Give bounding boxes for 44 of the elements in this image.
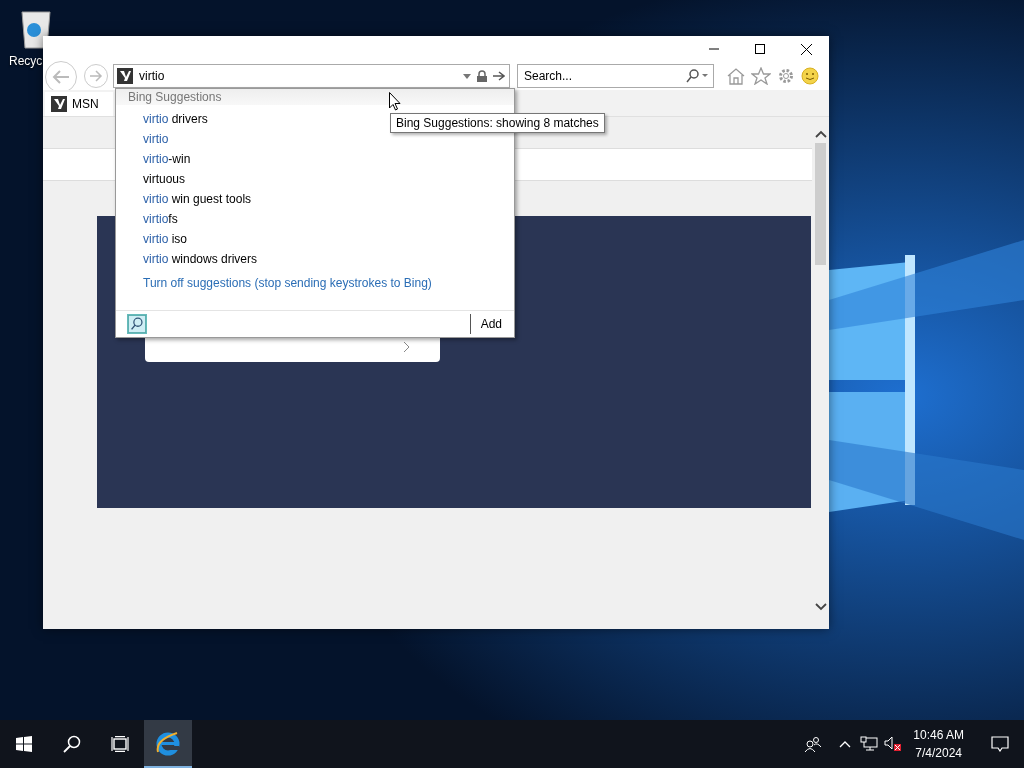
suggestion-item[interactable]: virtio windows drivers — [143, 249, 514, 269]
suggestion-item[interactable]: virtio-win — [143, 149, 514, 169]
go-arrow-icon[interactable] — [493, 71, 505, 81]
scroll-down-icon[interactable] — [814, 602, 827, 612]
task-view-icon[interactable] — [111, 736, 129, 752]
scroll-up-icon[interactable] — [814, 129, 827, 139]
show-hidden-icons-icon[interactable] — [839, 740, 852, 748]
site-icon — [51, 96, 67, 112]
add-button[interactable]: Add — [480, 317, 502, 331]
suggestion-item[interactable]: virtiofs — [143, 209, 514, 229]
cursor-icon — [389, 92, 401, 111]
smiley-icon[interactable] — [801, 67, 819, 85]
scrollbar-thumb[interactable] — [815, 143, 826, 265]
suggestion-item[interactable]: virtio iso — [143, 229, 514, 249]
clock-time[interactable]: 10:46 AM — [913, 728, 964, 742]
settings-icon[interactable] — [776, 67, 796, 85]
home-icon[interactable] — [726, 67, 746, 85]
browser-tab[interactable]: MSN — [45, 92, 113, 116]
windows-logo-icon[interactable] — [16, 736, 32, 752]
search-icon[interactable] — [63, 735, 81, 753]
network-icon[interactable] — [860, 736, 879, 752]
address-bar[interactable]: virtio — [113, 64, 510, 88]
lock-icon — [477, 70, 487, 82]
clock-date[interactable]: 7/4/2024 — [915, 746, 962, 760]
address-text: virtio — [139, 69, 166, 83]
chevron-icon[interactable] — [403, 342, 410, 352]
tooltip: Bing Suggestions: showing 8 matches — [390, 113, 605, 133]
search-icon[interactable] — [686, 69, 708, 83]
volume-icon[interactable] — [884, 736, 903, 752]
suggestion-item[interactable]: virtuous — [143, 169, 514, 189]
close-icon[interactable] — [800, 43, 812, 55]
browser-taskbar-button[interactable] — [144, 720, 192, 768]
site-icon — [117, 68, 133, 84]
suggestion-item[interactable]: virtio win guest tools — [143, 189, 514, 209]
browser-logo-icon[interactable] — [155, 730, 181, 756]
notification-icon[interactable] — [991, 736, 1009, 752]
search-field[interactable]: Search... — [517, 64, 714, 88]
favorites-star-icon[interactable] — [751, 67, 771, 85]
maximize-icon[interactable] — [755, 44, 765, 54]
search-provider-icon[interactable] — [127, 314, 147, 334]
suggestions-header: Bing Suggestions — [116, 89, 514, 105]
dropdown-caret-icon[interactable] — [463, 73, 471, 79]
people-icon[interactable] — [804, 736, 823, 752]
turn-off-suggestions-link[interactable]: Turn off suggestions (stop sending keystrokes to Bing) — [143, 276, 514, 290]
